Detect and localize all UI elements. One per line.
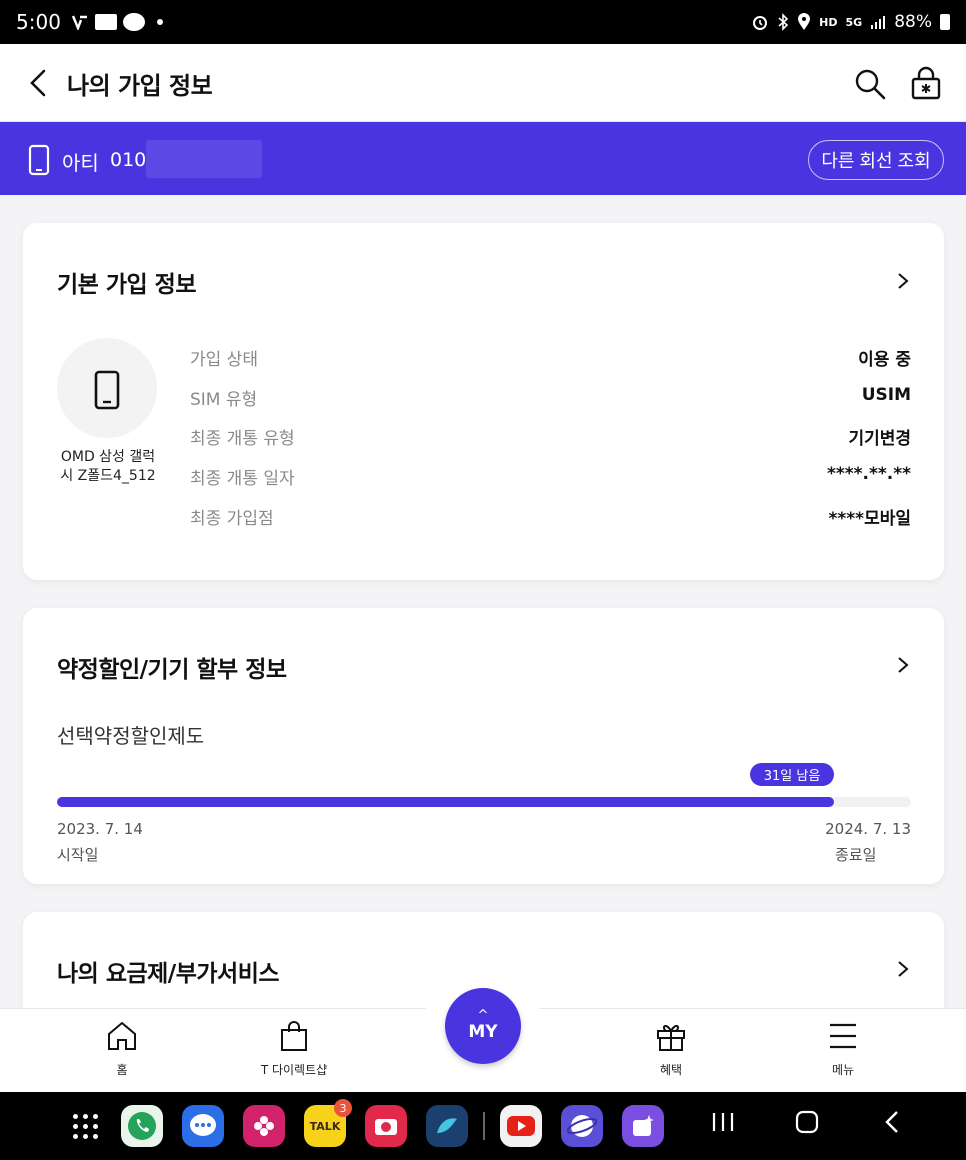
system-dock: TALK 3	[0, 1092, 966, 1160]
store-value: ****모바일	[828, 509, 911, 529]
activation-type-value: 기기변경	[848, 429, 911, 449]
page-title: 나의 가입 정보	[67, 72, 213, 100]
subscription-status-value: 이용 중	[858, 350, 911, 370]
system-back-icon[interactable]	[882, 1110, 902, 1134]
dock-separator	[483, 1112, 485, 1140]
line-owner-name: 아티	[62, 151, 99, 175]
app-drawer-icon[interactable]	[73, 1114, 99, 1140]
shopping-bag-icon	[281, 1021, 307, 1051]
gallery-app-icon[interactable]	[243, 1105, 285, 1147]
chevron-right-icon[interactable]	[895, 271, 911, 291]
end-label: 종료일	[835, 846, 877, 864]
contract-card[interactable]: 약정할인/기기 할부 정보 선택약정할인제도 31일 남음 2023. 7. 1…	[23, 608, 944, 884]
phone-icon	[28, 144, 50, 176]
activation-type-label: 최종 개통 유형	[190, 429, 295, 449]
bluetooth-icon	[778, 13, 789, 31]
nav-menu[interactable]: 메뉴	[788, 1019, 898, 1078]
kakaotalk-label: TALK	[309, 1119, 341, 1133]
app-notification-icon	[94, 14, 117, 30]
store-label: 최종 가입점	[190, 509, 274, 529]
back-icon[interactable]	[24, 68, 54, 98]
lock-icon[interactable]	[910, 66, 942, 100]
activation-date-label: 최종 개통 일자	[190, 469, 295, 489]
sim-type-value: USIM	[861, 385, 911, 405]
kakaotalk-notification-icon	[122, 13, 145, 31]
chevron-right-icon[interactable]	[895, 959, 911, 979]
bottom-navigation: 홈 T 다이렉트샵 ^ MY 혜택 메뉴	[0, 973, 966, 1092]
nav-tdirect[interactable]: T 다이렉트샵	[239, 1019, 349, 1078]
basic-info-title: 기본 가입 정보	[57, 272, 196, 298]
start-label: 시작일	[57, 846, 99, 864]
nav-benefits[interactable]: 혜택	[616, 1019, 726, 1078]
v-notification-icon	[71, 14, 89, 30]
remaining-days-badge: 31일 남음	[750, 763, 834, 786]
phone-app-icon[interactable]	[121, 1105, 163, 1147]
status-right: HD 5G 88%	[751, 12, 950, 32]
gift-icon	[657, 1024, 685, 1051]
activation-date-value: ****.**.**	[826, 464, 911, 484]
status-time: 5:00	[16, 10, 61, 34]
nav-home-label: 홈	[116, 1063, 128, 1077]
my-button[interactable]: ^ MY	[445, 988, 521, 1064]
nav-menu-label: 메뉴	[831, 1063, 855, 1077]
line-number: 010	[110, 149, 147, 171]
more-notifications-dot	[156, 19, 163, 25]
5g-icon: 5G	[845, 15, 863, 29]
alarm-icon	[753, 16, 768, 30]
home-button-icon[interactable]	[795, 1110, 819, 1134]
hd-voice-icon: HD	[819, 15, 838, 29]
kakaotalk-app-icon[interactable]: TALK 3	[304, 1099, 352, 1147]
wallet-app-icon[interactable]	[426, 1105, 468, 1147]
start-date: 2023. 7. 14	[57, 820, 143, 838]
battery-percent: 88%	[894, 12, 932, 32]
contract-progress-track	[57, 797, 911, 807]
search-icon[interactable]	[854, 68, 886, 100]
app-root: { "status_bar": { "time": "5:00", "batte…	[0, 0, 966, 1160]
basic-info-card[interactable]: 기본 가입 정보 OMD 삼성 갤럭 시 Z폴드4_512 가입 상태 이용 중…	[23, 223, 944, 580]
device-image	[57, 338, 157, 438]
line-selector-bar: 아티 010 다른 회선 조회	[0, 122, 966, 195]
location-icon	[798, 13, 811, 30]
device-name-line1: OMD 삼성 갤럭	[60, 449, 156, 465]
chevron-right-icon[interactable]	[895, 655, 911, 675]
contract-title: 약정할인/기기 할부 정보	[57, 657, 287, 683]
youtube-app-icon[interactable]	[500, 1105, 542, 1147]
battery-icon	[940, 14, 950, 30]
device-name-line2: 시 Z폴드4_512	[60, 468, 156, 484]
other-line-button[interactable]: 다른 회선 조회	[808, 140, 944, 180]
device-phone-icon	[94, 370, 120, 410]
gallery-edit-app-icon[interactable]	[622, 1105, 664, 1147]
signal-icon	[871, 16, 886, 29]
camera-app-icon[interactable]	[365, 1105, 407, 1147]
home-icon	[108, 1021, 136, 1050]
status-bar: 5:00 HD 5G 88%	[0, 0, 966, 44]
kakaotalk-badge: 3	[334, 1099, 352, 1117]
samsung-internet-icon[interactable]	[561, 1105, 603, 1147]
plans-title: 나의 요금제/부가서비스	[57, 961, 280, 987]
device-name: OMD 삼성 갤럭 시 Z폴드4_512	[49, 448, 167, 486]
nav-home[interactable]: 홈	[67, 1019, 177, 1078]
end-date: 2024. 7. 13	[825, 820, 911, 838]
discount-plan-name: 선택약정할인제도	[57, 724, 205, 748]
hamburger-menu-icon	[830, 1023, 856, 1049]
recent-apps-icon[interactable]	[711, 1110, 735, 1134]
my-label: MY	[468, 1022, 498, 1042]
contract-progress-fill	[57, 797, 835, 807]
app-header: 나의 가입 정보	[0, 44, 966, 122]
messages-app-icon[interactable]	[182, 1105, 224, 1147]
subscription-status-label: 가입 상태	[190, 350, 258, 370]
nav-benefits-label: 혜택	[659, 1063, 683, 1077]
masked-number	[146, 140, 262, 178]
chevron-up-icon: ^	[477, 1008, 489, 1023]
sim-type-label: SIM 유형	[190, 390, 258, 410]
nav-tdirect-label: T 다이렉트샵	[260, 1063, 328, 1077]
